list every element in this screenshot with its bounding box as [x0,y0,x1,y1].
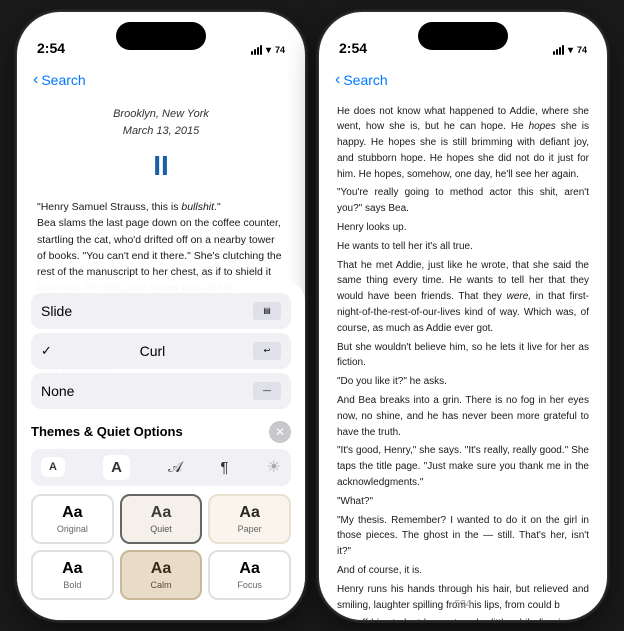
themes-title: Themes & Quiet Options [31,424,183,439]
theme-focus-card[interactable]: Aa Focus [208,550,291,600]
theme-paper-name: Paper [218,524,281,534]
theme-quiet-name: Quiet [130,524,193,534]
status-icons-right: ▾ 74 [553,45,587,56]
right-phone: 2:54 ▾ 74 ‹ Search He does not know what… [318,11,608,621]
left-phone: 2:54 ▾ 74 ‹ Search B [16,11,306,621]
battery-icon-right: 74 [577,45,587,55]
right-para-2: "You're really going to method actor thi… [337,185,589,217]
dynamic-island-right [418,22,508,50]
right-para-1: He does not know what happened to Addie,… [337,104,589,183]
right-para-5: That he met Addie, just like he wrote, t… [337,258,589,337]
right-para-8: And Bea breaks into a grin. There is no … [337,393,589,440]
scroll-options: Slide ▤ ✓ Curl ↩ None — [31,293,291,413]
book-header: Brooklyn, New York March 13, 2015 II [37,106,285,187]
brightness-icon[interactable]: ☀ [267,457,281,477]
back-button-left[interactable]: ‹ Search [33,72,86,88]
time-left: 2:54 [37,40,65,56]
wifi-icon: ▾ [266,45,271,56]
chevron-left-icon-right: ‹ [335,72,340,88]
right-para-6: But she wouldn't believe him, so he lets… [337,340,589,372]
phones-container: 2:54 ▾ 74 ‹ Search B [16,11,608,621]
theme-original-name: Original [41,524,104,534]
checkmark-icon: ✓ [41,343,52,359]
theme-original-card[interactable]: Aa Original [31,494,114,544]
right-para-9: "It's good, Henry," she says. "It's real… [337,443,589,490]
right-para-10: "What?" [337,494,589,510]
right-book-content: He does not know what happened to Addie,… [319,98,607,620]
nav-bar-right: ‹ Search [319,62,607,98]
font-controls: A A 𝒜 ¶ ☀ [31,449,291,486]
theme-focus-name: Focus [218,580,281,590]
theme-quiet-card[interactable]: Aa Quiet [120,494,203,544]
theme-calm-name: Calm [130,580,193,590]
book-location: Brooklyn, New York March 13, 2015 [37,106,285,140]
theme-bold-card[interactable]: Aa Bold [31,550,114,600]
themes-header: Themes & Quiet Options ✕ [31,421,291,443]
scroll-curl-label: Curl [140,343,166,359]
theme-paper-aa: Aa [218,504,281,522]
right-para-7: "Do you like it?" he asks. [337,374,589,390]
scroll-option-curl[interactable]: ✓ Curl ↩ [31,333,291,369]
font-style-icon[interactable]: 𝒜 [168,459,182,476]
scroll-slide-label: Slide [41,303,72,319]
right-para-11: "My thesis. Remember? I wanted to do it … [337,513,589,560]
battery-icon-left: 74 [275,45,285,55]
theme-bold-name: Bold [41,580,104,590]
status-icons-left: ▾ 74 [251,45,285,56]
right-para-12: And of course, it is. [337,563,589,579]
theme-original-aa: Aa [41,504,104,522]
theme-calm-card[interactable]: Aa Calm [120,550,203,600]
close-button[interactable]: ✕ [269,421,291,443]
book-chapter: II [37,144,285,187]
right-para-4: He wants to tell her it's all true. [337,239,589,255]
back-button-right[interactable]: ‹ Search [335,72,388,88]
page-number: 524 [319,599,607,610]
theme-calm-aa: Aa [130,560,193,578]
scroll-none-icon: — [253,382,281,400]
theme-quiet-aa: Aa [130,504,193,522]
dynamic-island [116,22,206,50]
scroll-slide-icon: ▤ [253,302,281,320]
left-book-content: Brooklyn, New York March 13, 2015 II "He… [17,98,305,620]
time-right: 2:54 [339,40,367,56]
font-small-btn[interactable]: A [41,457,65,477]
signal-icon-right [553,45,564,55]
theme-cards: Aa Original Aa Quiet Aa Paper [31,494,291,600]
right-para-14: pay off his student loans, travel a litt… [337,616,589,619]
chevron-left-icon: ‹ [33,72,38,88]
book-para-1: "Henry Samuel Strauss, this is bullshit.… [37,199,285,215]
font-large-btn[interactable]: A [103,455,130,480]
right-book-text: He does not know what happened to Addie,… [319,98,607,620]
theme-focus-aa: Aa [218,560,281,578]
theme-paper-card[interactable]: Aa Paper [208,494,291,544]
overlay-panel: Slide ▤ ✓ Curl ↩ None — Themes & Qu [17,281,305,620]
nav-bar-left: ‹ Search [17,62,305,98]
scroll-none-label: None [41,383,74,399]
right-para-3: Henry looks up. [337,220,589,236]
paragraph-icon[interactable]: ¶ [220,459,228,476]
wifi-icon-right: ▾ [568,45,573,56]
scroll-option-none[interactable]: None — [31,373,291,409]
scroll-curl-icon: ↩ [253,342,281,360]
scroll-option-slide[interactable]: Slide ▤ [31,293,291,329]
theme-bold-aa: Aa [41,560,104,578]
signal-icon [251,45,262,55]
